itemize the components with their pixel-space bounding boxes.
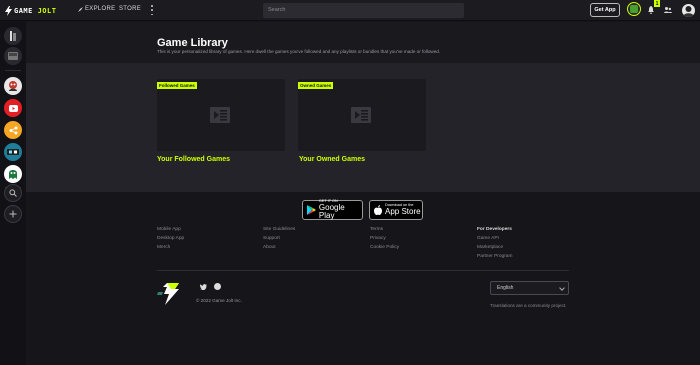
explore-link[interactable]: EXPLORE (78, 6, 115, 12)
language-select[interactable]: English (490, 281, 569, 295)
more-menu-icon[interactable] (150, 5, 154, 15)
store-label: STORE (119, 6, 142, 12)
library-icon (10, 31, 16, 41)
share-icon (9, 126, 17, 134)
page-header-band (26, 22, 700, 63)
search-communities-button[interactable] (4, 184, 22, 202)
sidebar-divider (5, 70, 21, 71)
youtube-icon (8, 104, 18, 112)
inbox-icon (8, 52, 18, 60)
twitter-icon[interactable] (200, 284, 207, 290)
footer-column-legal: Terms Privacy Cookie Policy (370, 227, 399, 251)
apple-icon (374, 205, 382, 215)
search-icon (9, 189, 17, 197)
sidebar (0, 22, 26, 365)
top-navbar: GAME JOLT EXPLORE STORE Search Get App 1 (0, 0, 700, 21)
footer-link-privacy[interactable]: Privacy (370, 236, 399, 242)
chevron-down-icon (559, 285, 565, 291)
avatar-image-icon (683, 6, 694, 17)
app-store-button[interactable]: Download on the App Store (369, 200, 423, 220)
footer-link-mobile-app[interactable]: Mobile App (157, 227, 184, 233)
gamejolt-bolt-logo-icon[interactable] (157, 282, 181, 306)
card-tag: Followed Games (157, 82, 197, 89)
library-button[interactable] (4, 27, 22, 45)
community-game[interactable] (4, 143, 22, 161)
followed-games-link[interactable]: Your Followed Games (157, 156, 230, 163)
search-input[interactable]: Search (263, 3, 464, 18)
footer-link-game-api[interactable]: Game API (477, 236, 512, 242)
community-avatar[interactable] (4, 77, 22, 95)
owned-games-card[interactable]: Owned Games (298, 79, 426, 151)
owned-games-link[interactable]: Your Owned Games (299, 156, 365, 163)
footer-link-marketplace[interactable]: Marketplace (477, 245, 512, 251)
community-ghost[interactable] (4, 165, 22, 183)
user-avatar[interactable] (682, 4, 695, 17)
footer-column-site: Site Guidelines Support About (263, 227, 295, 251)
logo-text-game: GAME (14, 6, 33, 15)
footer-link-partner-program[interactable]: Partner Program (477, 254, 512, 260)
compass-icon (78, 6, 83, 12)
community-youtube[interactable] (4, 99, 22, 117)
add-community-button[interactable] (4, 205, 22, 223)
get-app-button[interactable]: Get App (590, 3, 620, 17)
logo-text-jolt: JOLT (37, 6, 57, 15)
google-play-big-text: Google Play (318, 202, 345, 220)
footer-column-developers: For Developers Game API Marketplace Part… (477, 227, 512, 260)
add-icon (9, 210, 17, 218)
translation-note: Translations are a community project. (490, 303, 567, 308)
google-play-icon (307, 205, 316, 215)
footer-link-terms[interactable]: Terms (370, 227, 399, 233)
footer-link-merch[interactable]: Merch (157, 245, 184, 251)
bell-icon[interactable] (648, 6, 654, 14)
footer-column-apps: Mobile App Desktop App Merch (157, 227, 184, 251)
copyright-text: © 2022 Game Jolt Inc. (196, 298, 242, 303)
ghost-community-icon (9, 170, 17, 179)
page-subtitle: This is your personalized library of gam… (157, 49, 441, 54)
footer-link-site-guidelines[interactable]: Site Guidelines (263, 227, 295, 233)
quest-badge-icon[interactable] (627, 2, 641, 16)
language-select-value: English (497, 285, 514, 291)
playlist-icon (210, 107, 230, 123)
explore-label: EXPLORE (85, 6, 116, 12)
notification-count-badge: 1 (654, 0, 660, 7)
facebook-icon[interactable] (214, 283, 221, 290)
community-share[interactable] (4, 121, 22, 139)
page-title: Game Library (157, 37, 228, 49)
google-play-button[interactable]: GET IT ON Google Play (302, 199, 363, 220)
bolt-icon (5, 5, 12, 16)
gamejolt-logo[interactable]: GAME JOLT (5, 5, 56, 16)
footer-link-desktop-app[interactable]: Desktop App (157, 236, 184, 242)
footer-link-support[interactable]: Support (263, 236, 295, 242)
footer-heading-developers: For Developers (477, 227, 512, 232)
footer-link-about[interactable]: About (263, 245, 295, 251)
card-tag: Owned Games (298, 82, 334, 89)
footer-link-cookie-policy[interactable]: Cookie Policy (370, 245, 399, 251)
friends-icon[interactable] (664, 6, 672, 14)
inbox-button[interactable] (4, 47, 22, 65)
store-link[interactable]: STORE (119, 6, 141, 12)
app-store-big-text: App Store (385, 206, 421, 216)
playlist-icon (351, 107, 371, 123)
game-community-icon (7, 149, 19, 155)
followed-games-card[interactable]: Followed Games (157, 79, 285, 151)
footer-divider (157, 270, 569, 271)
community-character-icon (9, 81, 17, 91)
